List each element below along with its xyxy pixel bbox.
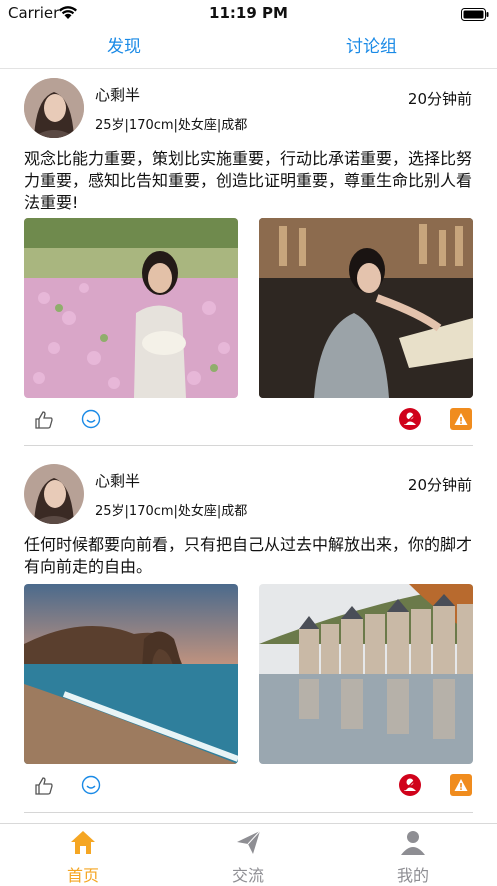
- user-icon: [401, 831, 425, 855]
- clock: 11:19 PM: [209, 4, 288, 22]
- post-photo[interactable]: [259, 584, 473, 764]
- tab-discussion-group[interactable]: 讨论组: [346, 32, 397, 57]
- block-user-icon[interactable]: [399, 774, 421, 800]
- post-time: 20分钟前: [407, 476, 472, 494]
- tab-communicate[interactable]: 交流: [188, 824, 308, 885]
- tab-bar: 首页 交流 我的: [0, 823, 497, 885]
- divider: [24, 812, 473, 813]
- tab-communicate-label: 交流: [231, 866, 264, 885]
- like-icon[interactable]: [34, 410, 54, 434]
- tab-home[interactable]: 首页: [23, 824, 143, 885]
- post-photo[interactable]: [259, 218, 473, 398]
- post-photo[interactable]: [24, 584, 238, 764]
- tab-discover[interactable]: 发现: [107, 32, 141, 57]
- tab-mine[interactable]: 我的: [353, 824, 473, 885]
- post-time: 20分钟前: [407, 90, 472, 108]
- comment-icon[interactable]: [81, 409, 101, 433]
- post-card: 心剩半 25岁|170cm|处女座|成都 20分钟前 观念比能力重要，策划比实施…: [0, 68, 497, 446]
- tab-mine-label: 我的: [396, 866, 429, 885]
- username[interactable]: 心剩半: [95, 470, 140, 491]
- post-text: 观念比能力重要，策划比实施重要，行动比承诺重要，选择比努力重要，感知比告知重要，…: [24, 149, 473, 212]
- avatar[interactable]: [24, 78, 84, 138]
- user-info: 25岁|170cm|处女座|成都: [95, 118, 248, 133]
- status-bar: Carrier 11:19 PM: [0, 0, 497, 26]
- username[interactable]: 心剩半: [95, 84, 140, 105]
- tab-home-label: 首页: [66, 866, 99, 885]
- divider: [24, 445, 473, 446]
- paper-plane-icon: [237, 830, 261, 854]
- top-tabs: 发现 讨论组: [0, 28, 497, 58]
- block-user-icon[interactable]: [399, 408, 421, 434]
- avatar[interactable]: [24, 464, 84, 524]
- post-photo[interactable]: [24, 218, 238, 398]
- like-icon[interactable]: [34, 776, 54, 800]
- comment-icon[interactable]: [81, 775, 101, 799]
- battery-icon: [461, 6, 489, 25]
- report-warning-icon[interactable]: [450, 408, 472, 434]
- report-warning-icon[interactable]: [450, 774, 472, 800]
- user-info: 25岁|170cm|处女座|成都: [95, 504, 248, 519]
- post-text: 任何时候都要向前看，只有把自己从过去中解放出来，你的脚才有向前走的自由。: [24, 535, 473, 576]
- post-card: 心剩半 25岁|170cm|处女座|成都 20分钟前 任何时候都要向前看，只有把…: [0, 454, 497, 829]
- home-icon: [71, 831, 95, 854]
